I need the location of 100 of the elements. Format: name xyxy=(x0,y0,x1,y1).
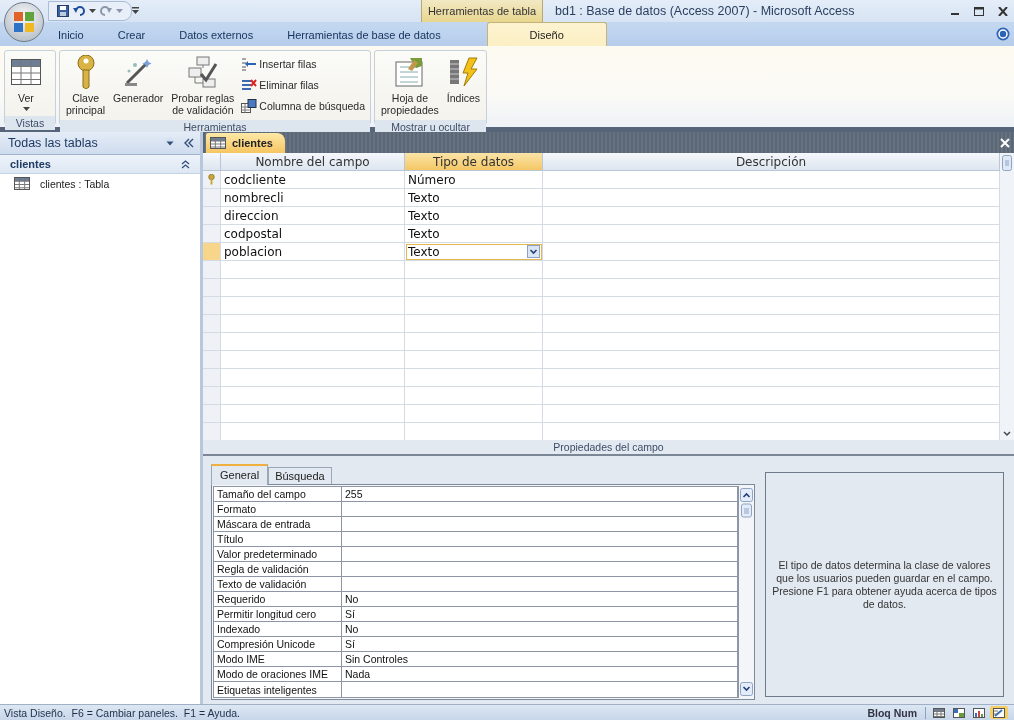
data-type-dropdown[interactable]: Texto xyxy=(405,243,543,261)
scroll-thumb-icon[interactable] xyxy=(1002,155,1012,171)
view-button[interactable] xyxy=(970,706,988,719)
column-header[interactable]: Nombre del campo xyxy=(221,153,405,171)
dropdown-icon[interactable] xyxy=(164,137,176,149)
property-label: Formato xyxy=(214,502,342,517)
property-label: Máscara de entrada xyxy=(214,517,342,532)
dropdown-value: Texto xyxy=(408,244,440,259)
ribbon-tab[interactable]: Datos externos xyxy=(169,22,264,46)
nav-item[interactable]: clientes : Tabla xyxy=(0,174,200,193)
table-cell: codpostal xyxy=(221,225,405,243)
property-value-field[interactable] xyxy=(342,532,738,547)
row-selector[interactable] xyxy=(203,171,221,189)
property-label: Etiquetas inteligentes xyxy=(214,682,342,697)
column-header[interactable]: Descripción xyxy=(543,153,1000,171)
delete-rows-icon xyxy=(241,77,258,92)
property-value-field[interactable]: No xyxy=(342,622,738,637)
key-icon xyxy=(74,55,97,89)
property-value-field[interactable] xyxy=(342,517,738,532)
table-cell: Número xyxy=(405,171,543,189)
ribbon-tab[interactable]: Herramientas de base de datos xyxy=(277,22,451,46)
property-label: Texto de validación xyxy=(214,577,342,592)
help-icon[interactable] xyxy=(996,27,1010,41)
close-icon[interactable] xyxy=(998,6,1008,16)
property-value-field[interactable]: Sin Controles xyxy=(342,652,738,667)
table-icon xyxy=(14,177,30,190)
property-label: Valor predeterminado xyxy=(214,547,342,562)
scrollbar[interactable] xyxy=(739,486,753,698)
table-icon xyxy=(933,707,945,718)
help-text: El tipo de datos determina la clase de valores que los usuarios pueden guardar en el campo. Presione F1 para obtener ayuda acerca de tipos de datos. xyxy=(765,472,1004,697)
property-value-field[interactable]: No xyxy=(342,592,738,607)
ribbon-tab[interactable]: Crear xyxy=(107,22,156,46)
maximize-icon[interactable] xyxy=(974,6,984,16)
table-cell: Texto xyxy=(405,207,543,225)
caret-icon xyxy=(116,8,123,14)
property-label: Indexado xyxy=(214,622,342,637)
ribbon-button[interactable]: Índices xyxy=(443,53,484,118)
ribbon-button[interactable]: Insertar filas xyxy=(239,54,367,73)
property-label: Modo IME xyxy=(214,652,342,667)
checkmark-diagram-icon xyxy=(186,56,219,88)
view-button[interactable] xyxy=(990,706,1008,719)
property-tab[interactable]: Búsqueda xyxy=(268,467,332,484)
design-view-icon xyxy=(993,707,1005,718)
property-value-field[interactable] xyxy=(342,547,738,562)
undo-icon[interactable] xyxy=(73,5,85,17)
table-cell: nombrecli xyxy=(221,189,405,207)
property-value-field[interactable] xyxy=(342,502,738,517)
property-value-field[interactable]: Sí xyxy=(342,607,738,622)
view-button[interactable] xyxy=(930,706,948,719)
property-label: Requerido xyxy=(214,592,342,607)
office-button[interactable] xyxy=(4,2,44,42)
customize-icon[interactable] xyxy=(132,7,139,15)
property-value-field[interactable] xyxy=(342,577,738,592)
scroll-down-icon[interactable] xyxy=(739,682,753,696)
property-value-field[interactable] xyxy=(342,562,738,577)
chart-icon xyxy=(973,707,985,718)
ribbon-button[interactable]: Ver xyxy=(8,53,44,114)
property-value-field[interactable]: Nada xyxy=(342,667,738,682)
property-value-field[interactable]: Sí xyxy=(342,637,738,652)
ribbon-tab[interactable]: Diseño xyxy=(486,22,607,46)
ribbon-tab[interactable]: Inicio xyxy=(48,22,94,46)
column-header[interactable]: Tipo de datos xyxy=(405,153,543,171)
contextual-tab-header: Herramientas de tabla xyxy=(421,0,543,22)
lightning-index-icon xyxy=(447,57,480,87)
view-button[interactable] xyxy=(950,706,968,719)
table-cell: Texto xyxy=(405,225,543,243)
table-cell: direccion xyxy=(221,207,405,225)
scroll-up-icon[interactable] xyxy=(739,488,753,518)
ribbon-button[interactable]: Clave principal xyxy=(63,53,109,118)
scroll-down-icon[interactable] xyxy=(1002,430,1012,438)
document-tab[interactable]: clientes xyxy=(206,133,285,153)
save-icon[interactable] xyxy=(57,5,69,17)
property-label: Título xyxy=(214,532,342,547)
ribbon-button[interactable]: Columna de búsqueda xyxy=(239,96,367,115)
table-cell[interactable] xyxy=(543,225,1000,243)
wand-icon xyxy=(123,57,154,87)
ribbon-button[interactable]: Hoja de propiedades xyxy=(378,53,442,118)
property-label: Modo de oraciones IME xyxy=(214,667,342,682)
property-label: Regla de validación xyxy=(214,562,342,577)
ribbon-button[interactable]: Generador xyxy=(110,53,167,118)
table-cell[interactable] xyxy=(543,171,1000,189)
ribbon-button[interactable]: Probar reglas de validación xyxy=(168,53,238,118)
collapse-pane-icon[interactable] xyxy=(184,138,194,148)
table-cell[interactable] xyxy=(543,207,1000,225)
insert-rows-icon xyxy=(241,56,258,71)
property-value-field[interactable]: 255 xyxy=(342,487,738,502)
collapse-icon[interactable] xyxy=(181,159,190,169)
ribbon-button[interactable]: Eliminar filas xyxy=(239,75,367,94)
lookup-column-icon xyxy=(241,98,258,113)
select-all-corner[interactable] xyxy=(203,153,221,171)
table-cell[interactable] xyxy=(543,189,1000,207)
redo-icon[interactable] xyxy=(100,5,112,17)
scrollbar[interactable] xyxy=(1000,153,1014,440)
status-text: Vista Diseño. F6 = Cambiar paneles. F1 = Ayuda. xyxy=(4,706,241,719)
property-label: Compresión Unicode xyxy=(214,637,342,652)
property-tab[interactable]: General xyxy=(211,464,269,485)
pivot-icon xyxy=(953,707,965,718)
table-cell: codcliente xyxy=(221,171,405,189)
table-icon xyxy=(11,59,41,85)
property-label: Permitir longitud cero xyxy=(214,607,342,622)
